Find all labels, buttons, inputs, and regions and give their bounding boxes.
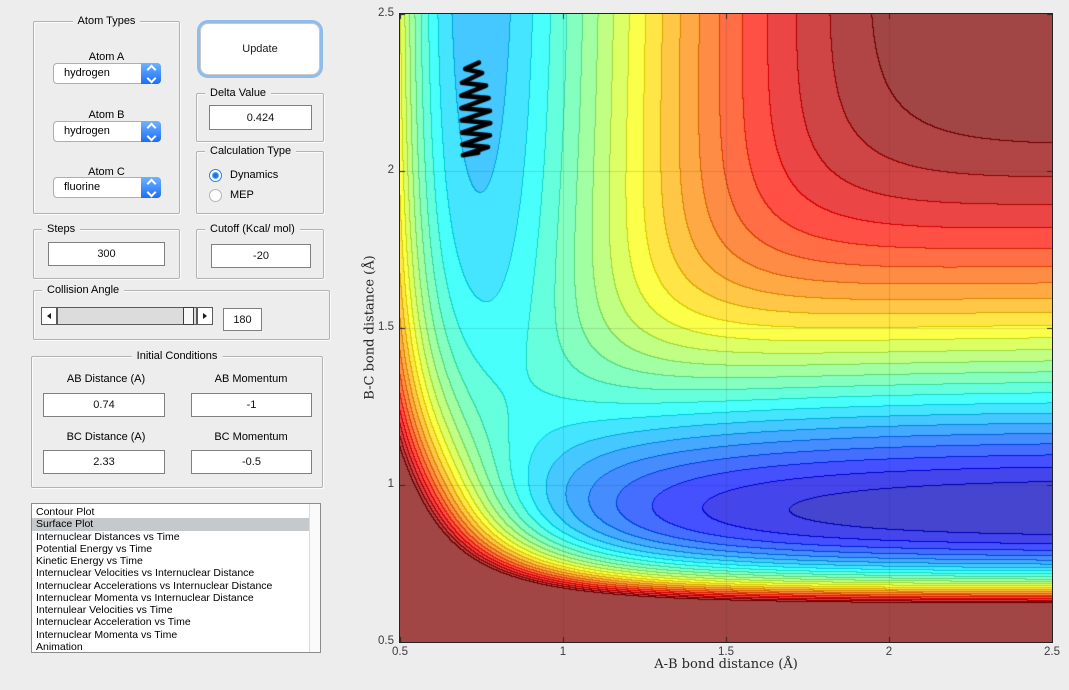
- panel-calculation-type: Calculation Type Dynamics MEP: [196, 144, 324, 214]
- atom-c-value: fluorine: [64, 181, 101, 193]
- atom-a-value: hydrogen: [64, 67, 110, 79]
- panel-initial-conditions: Initial Conditions AB Distance (A) AB Mo…: [31, 349, 323, 488]
- atom-a-label: Atom A: [88, 51, 125, 63]
- update-button[interactable]: Update: [200, 23, 320, 75]
- atom-c-select[interactable]: fluorine: [53, 177, 161, 198]
- pes-plot: [399, 13, 1053, 643]
- dropdown-stepper-icon: [141, 63, 161, 84]
- ab-distance-input[interactable]: [43, 393, 165, 417]
- radio-mep-label: MEP: [230, 189, 254, 201]
- slider-track[interactable]: [57, 307, 197, 325]
- panel-collision-angle: Collision Angle: [33, 283, 330, 340]
- radio-dynamics[interactable]: Dynamics: [209, 167, 278, 183]
- atom-b-select[interactable]: hydrogen: [53, 121, 161, 142]
- bc-distance-input[interactable]: [43, 450, 165, 474]
- x-tick-label: 0.5: [392, 646, 408, 658]
- panel-cutoff: Cutoff (Kcal/ mol): [196, 222, 324, 279]
- list-item[interactable]: Potential Energy vs Time: [32, 543, 309, 555]
- radio-selected-icon: [209, 168, 222, 182]
- atom-b-label: Atom B: [88, 109, 125, 121]
- bc-momentum-label: BC Momentum: [214, 431, 288, 443]
- dropdown-stepper-icon: [141, 177, 161, 198]
- list-item[interactable]: Internuclear Acceleration vs Time: [32, 616, 309, 628]
- panel-collision-angle-title: Collision Angle: [42, 283, 125, 297]
- dropdown-stepper-icon: [141, 121, 161, 142]
- listbox-items: Contour Plot Surface Plot Internuclear Dis…: [32, 504, 309, 652]
- contour-plot-canvas[interactable]: [400, 14, 1052, 642]
- slider-right-arrow-button[interactable]: [197, 307, 213, 325]
- list-item[interactable]: Internuclear Velocities vs Internuclear …: [32, 567, 309, 579]
- ab-distance-label: AB Distance (A): [66, 373, 146, 385]
- list-item[interactable]: Internuclear Momenta vs Internuclear Dis…: [32, 592, 309, 604]
- slider-left-arrow-button[interactable]: [41, 307, 57, 325]
- ab-momentum-input[interactable]: [191, 393, 312, 417]
- list-item[interactable]: Kinetic Energy vs Time: [32, 555, 309, 567]
- panel-atom-types-title: Atom Types: [72, 14, 141, 28]
- atom-a-select[interactable]: hydrogen: [53, 63, 161, 84]
- list-item[interactable]: Surface Plot: [32, 518, 309, 531]
- list-item[interactable]: Internuclear Distances vs Time: [32, 531, 309, 543]
- y-axis-label: B-C bond distance (Å): [362, 255, 378, 400]
- y-tick-label: 2.5: [378, 7, 394, 19]
- radio-unselected-icon: [209, 188, 222, 202]
- atom-b-value: hydrogen: [64, 125, 110, 137]
- panel-calculation-type-title: Calculation Type: [205, 144, 297, 158]
- app-window: Atom Types Atom A hydrogen Atom B hydrog…: [0, 0, 1069, 690]
- slider-thumb[interactable]: [183, 307, 194, 325]
- y-tick-label: 1: [387, 478, 394, 490]
- list-item[interactable]: Internuclear Momenta vs Time: [32, 629, 309, 641]
- collision-angle-slider[interactable]: [41, 307, 213, 325]
- delta-value-input[interactable]: [209, 105, 312, 130]
- panel-initial-conditions-title: Initial Conditions: [131, 349, 223, 363]
- listbox-scrollbar[interactable]: [309, 504, 320, 652]
- panel-delta-value-title: Delta Value: [205, 86, 272, 100]
- list-item[interactable]: Animation: [32, 641, 309, 652]
- list-item[interactable]: Contour Plot: [32, 506, 309, 518]
- collision-angle-input[interactable]: [223, 308, 262, 331]
- cutoff-input[interactable]: [211, 244, 311, 268]
- panel-steps-title: Steps: [42, 222, 81, 236]
- right-arrow-icon: [203, 313, 207, 319]
- radio-dynamics-label: Dynamics: [230, 169, 279, 181]
- panel-steps: Steps: [33, 222, 180, 279]
- left-arrow-icon: [47, 313, 51, 319]
- x-tick-label: 2.5: [1044, 646, 1060, 658]
- list-item[interactable]: Internuclear Accelerations vs Internucle…: [32, 580, 309, 592]
- panel-delta-value: Delta Value: [196, 86, 324, 142]
- ab-momentum-label: AB Momentum: [214, 373, 288, 385]
- steps-input[interactable]: [48, 242, 165, 266]
- x-tick-label: 2: [885, 646, 893, 658]
- bc-distance-label: BC Distance (A): [66, 431, 146, 443]
- panel-cutoff-title: Cutoff (Kcal/ mol): [205, 222, 300, 236]
- plot-type-listbox[interactable]: Contour Plot Surface Plot Internuclear Dis…: [31, 503, 321, 653]
- y-tick-label: 0.5: [378, 635, 394, 647]
- list-item[interactable]: Internulear Velocities vs Time: [32, 604, 309, 616]
- bc-momentum-input[interactable]: [191, 450, 312, 474]
- y-tick-label: 2: [387, 164, 394, 176]
- x-tick-label: 1: [559, 646, 567, 658]
- panel-atom-types: Atom Types Atom A hydrogen Atom B hydrog…: [33, 14, 180, 214]
- radio-mep[interactable]: MEP: [209, 187, 254, 203]
- x-axis-label: A-B bond distance (Å): [654, 657, 798, 672]
